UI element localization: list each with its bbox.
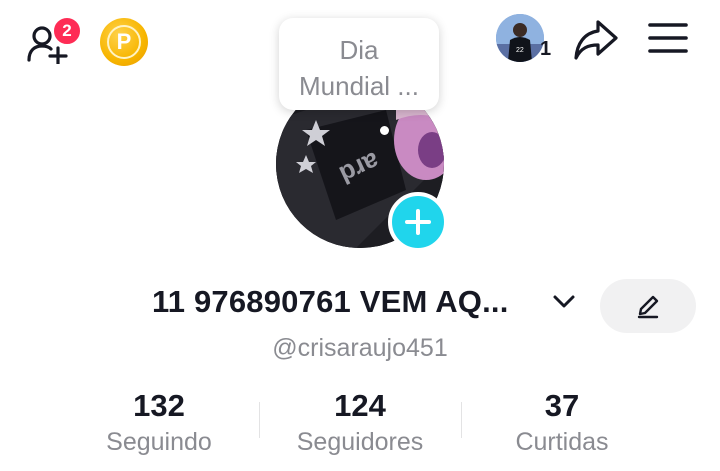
stat-followers[interactable]: 124 Seguidores: [260, 388, 460, 460]
account-switcher[interactable]: [552, 294, 576, 315]
stat-following[interactable]: 132 Seguindo: [59, 388, 259, 460]
profile-note-bubble[interactable]: Dia Mundial ...: [279, 18, 439, 110]
plus-icon: [405, 209, 431, 235]
coin-button[interactable]: P: [100, 18, 148, 66]
add-avatar-button[interactable]: [388, 192, 448, 252]
share-icon: [574, 20, 618, 60]
friend-avatar[interactable]: 22: [496, 14, 544, 62]
pencil-icon: [637, 295, 659, 319]
notification-badge: 2: [52, 16, 82, 46]
profile-handle: @crisaraujo451: [272, 334, 448, 362]
followers-count: 124: [334, 388, 386, 423]
svg-text:22: 22: [516, 47, 524, 54]
share-button[interactable]: [572, 18, 620, 67]
stat-likes[interactable]: 37 Curtidas: [462, 388, 662, 460]
following-count: 132: [133, 388, 185, 423]
hamburger-icon: [648, 23, 688, 53]
likes-count: 37: [544, 388, 580, 423]
coin-icon: P: [107, 25, 141, 59]
friend-count: 1: [540, 38, 552, 60]
friend-photo: 22: [496, 14, 544, 62]
note-text-line2: Mundial ...: [299, 71, 419, 101]
chevron-down-icon: [553, 295, 575, 308]
following-label: Seguindo: [106, 428, 212, 456]
edit-profile-button[interactable]: [600, 279, 696, 333]
menu-button[interactable]: [648, 22, 688, 59]
followers-label: Seguidores: [296, 428, 424, 456]
add-friends-button[interactable]: 2: [26, 16, 82, 64]
bubble-tail-dot: [380, 126, 389, 135]
likes-label: Curtidas: [515, 428, 609, 456]
note-text-line1: Dia: [339, 35, 379, 65]
profile-name[interactable]: 11 976890761 VEM AQ...: [152, 284, 509, 320]
